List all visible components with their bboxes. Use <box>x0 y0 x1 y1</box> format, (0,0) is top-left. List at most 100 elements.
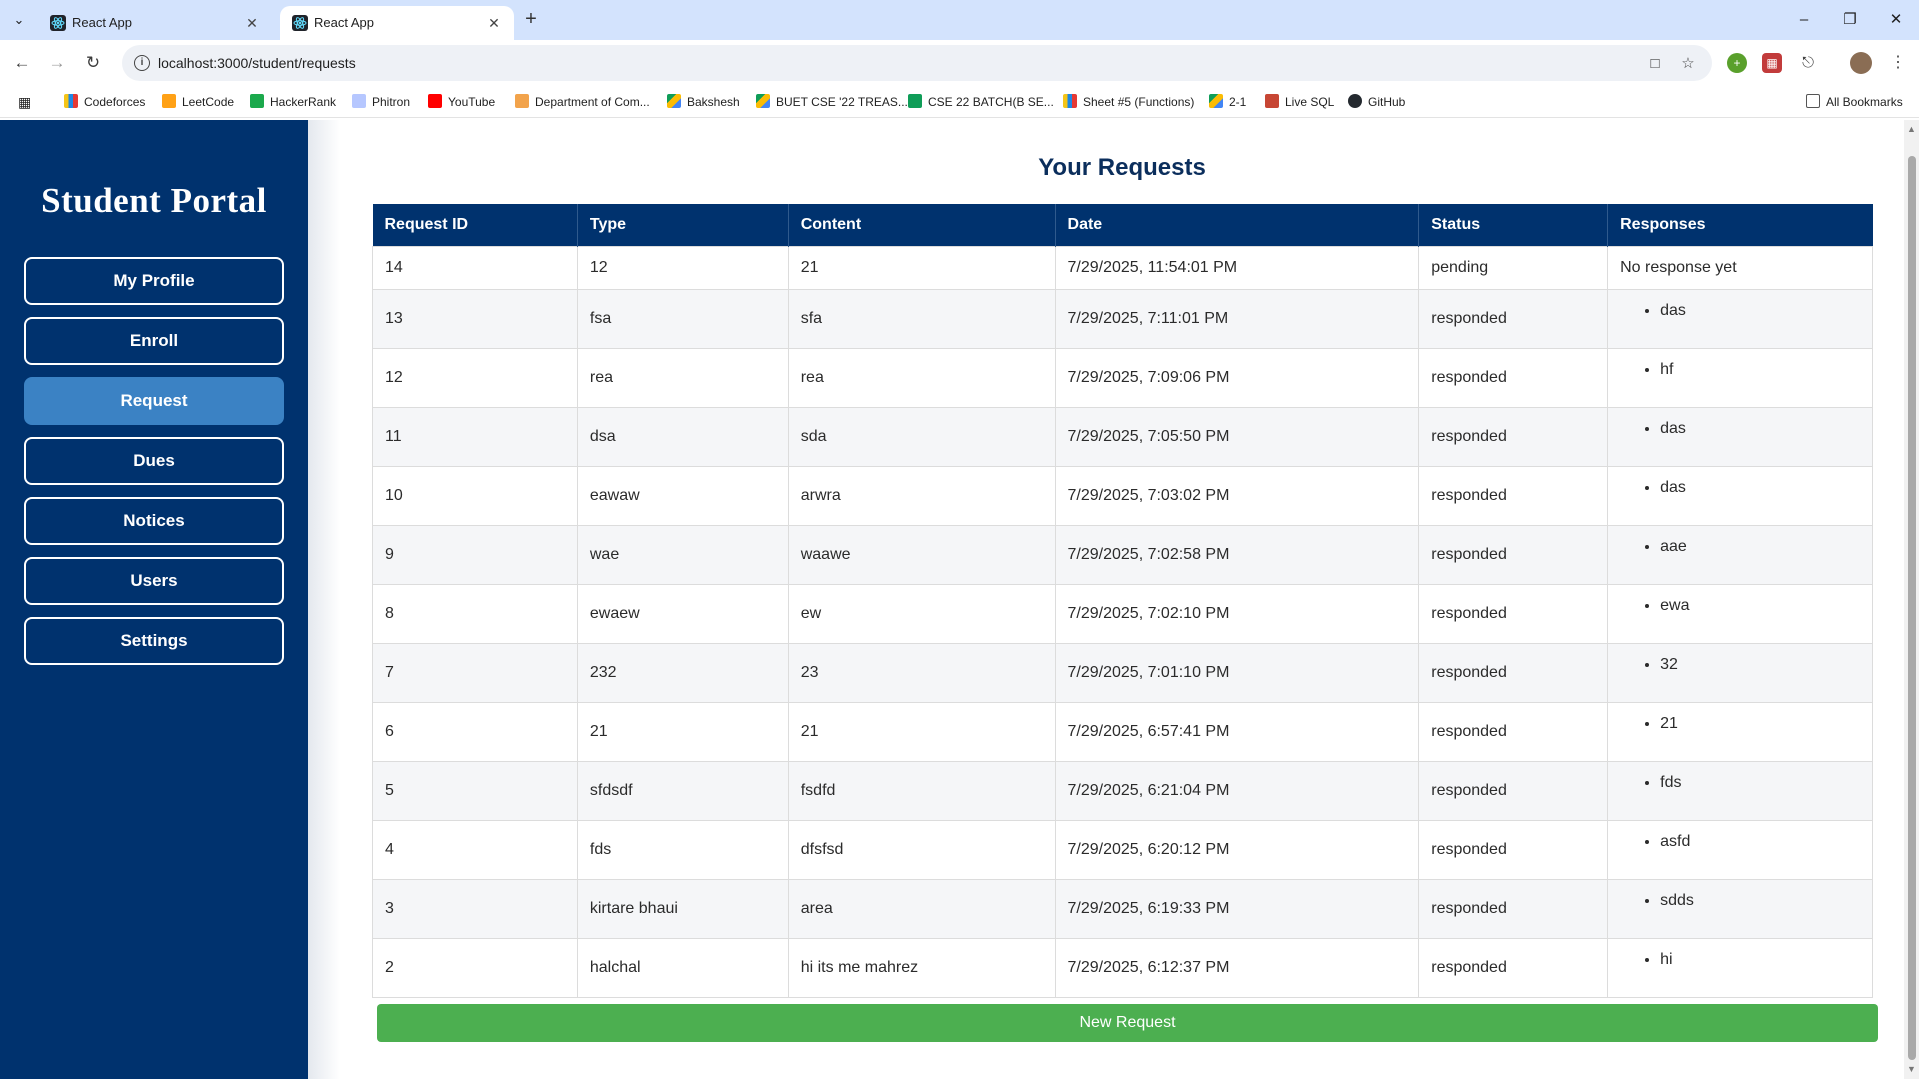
browser-menu-icon[interactable]: ⋮ <box>1888 53 1908 73</box>
cell-type: ewaew <box>576 583 789 644</box>
new-tab-plus-icon[interactable]: + <box>520 8 542 30</box>
cell-content: sfa <box>787 288 1056 349</box>
tab-search-chevron-icon[interactable]: ⌄ <box>8 9 30 31</box>
cell-content: sda <box>787 406 1056 467</box>
response-list: fds <box>1660 774 1860 792</box>
tab-close-icon[interactable]: ✕ <box>242 13 262 33</box>
table-row: 8 ewaew ew 7/29/2025, 7:02:10 PM respond… <box>372 583 1873 644</box>
all-bookmarks[interactable]: All Bookmarks <box>1806 93 1903 111</box>
profile-avatar[interactable] <box>1850 52 1872 74</box>
restore-icon[interactable]: ❐ <box>1827 0 1873 40</box>
cell-request-id: 6 <box>372 701 578 762</box>
extension-red-icon[interactable]: ▦ <box>1762 53 1782 73</box>
sidebar-item-users[interactable]: Users <box>24 557 284 605</box>
cell-status: responded <box>1418 347 1609 408</box>
sidebar-item-request[interactable]: Request <box>24 377 284 425</box>
bookmarks-bar: ▦ Codeforces LeetCode HackerRank Phitron… <box>0 86 1919 118</box>
cell-request-id: 4 <box>372 819 578 880</box>
moodle-icon <box>515 94 529 108</box>
scroll-up-arrow-icon[interactable]: ▲ <box>1907 124 1916 134</box>
scroll-down-arrow-icon[interactable]: ▼ <box>1907 1064 1916 1074</box>
forward-arrow-icon[interactable]: → <box>45 51 69 75</box>
response-item: sdds <box>1660 892 1860 910</box>
browser-toolbar: ← → ↻ i localhost:3000/student/requests … <box>0 40 1919 86</box>
cell-status: responded <box>1418 642 1609 703</box>
bookmark-hackerrank[interactable]: HackerRank <box>250 93 336 111</box>
cell-status: responded <box>1418 878 1609 939</box>
bookmark-codeforces[interactable]: Codeforces <box>64 93 145 111</box>
reload-icon[interactable]: ↻ <box>81 51 105 75</box>
browser-tab-bar: ⌄ React App ✕ React App ✕ + – ❐ ✕ <box>0 0 1919 40</box>
sidebar-item-enroll[interactable]: Enroll <box>24 317 284 365</box>
cell-type: sfdsdf <box>576 760 789 821</box>
bookmark-label: LeetCode <box>182 95 235 109</box>
bookmark-live-sql[interactable]: Live SQL <box>1265 93 1334 111</box>
google-sheets-icon <box>908 94 922 108</box>
response-item: hf <box>1660 361 1860 379</box>
response-item: das <box>1660 420 1860 438</box>
bookmark-2-1[interactable]: 2-1 <box>1209 93 1246 111</box>
oracle-icon <box>1265 94 1279 108</box>
response-item: hi <box>1660 951 1860 969</box>
sidebar-item-dues[interactable]: Dues <box>24 437 284 485</box>
bookmark-department[interactable]: Department of Com... <box>515 93 650 111</box>
apps-grid-icon[interactable]: ▦ <box>18 93 31 111</box>
brand-title: Student Portal <box>41 181 267 220</box>
cell-request-id: 9 <box>372 524 578 585</box>
bookmark-github[interactable]: GitHub <box>1348 93 1405 111</box>
cell-date: 7/29/2025, 7:02:10 PM <box>1054 583 1420 644</box>
extension-green-icon[interactable]: + <box>1727 53 1747 73</box>
address-bar[interactable]: i localhost:3000/student/requests □ ☆ <box>122 45 1712 81</box>
cell-status: pending <box>1418 245 1609 290</box>
bookmark-star-icon[interactable]: ☆ <box>1679 55 1697 73</box>
cell-responses: hi <box>1607 937 1873 998</box>
cell-responses: das <box>1607 465 1873 526</box>
cell-response: No response yet <box>1607 245 1873 290</box>
site-info-icon[interactable]: i <box>134 55 150 71</box>
install-app-icon[interactable]: □ <box>1646 55 1664 73</box>
bookmark-label: Bakshesh <box>687 95 740 109</box>
sidebar-item-notices[interactable]: Notices <box>24 497 284 545</box>
table-row: 14 12 21 7/29/2025, 11:54:01 PM pending … <box>372 245 1873 290</box>
response-list: sdds <box>1660 892 1860 910</box>
bookmark-phitron[interactable]: Phitron <box>352 93 410 111</box>
table-row: 13 fsa sfa 7/29/2025, 7:11:01 PM respond… <box>372 288 1873 349</box>
react-favicon-icon <box>292 15 308 31</box>
table-row: 3 kirtare bhaui area 7/29/2025, 6:19:33 … <box>372 878 1873 939</box>
minimize-icon[interactable]: – <box>1781 0 1827 40</box>
tab-close-icon[interactable]: ✕ <box>484 13 504 33</box>
bookmark-youtube[interactable]: YouTube <box>428 93 495 111</box>
bookmark-sheet5[interactable]: Sheet #5 (Functions) <box>1063 93 1194 111</box>
bookmark-leetcode[interactable]: LeetCode <box>162 93 234 111</box>
codeforces-icon <box>64 94 78 108</box>
cell-type: fds <box>576 819 789 880</box>
browser-tab-1[interactable]: React App ✕ <box>38 6 272 40</box>
cell-content: 21 <box>787 245 1056 290</box>
sidebar-item-my-profile[interactable]: My Profile <box>24 257 284 305</box>
cell-responses: aae <box>1607 524 1873 585</box>
scrollbar-thumb[interactable] <box>1908 156 1916 1060</box>
url-text[interactable]: localhost:3000/student/requests <box>158 55 356 71</box>
back-arrow-icon[interactable]: ← <box>10 51 34 75</box>
table-header-row: Request ID Type Content Date Status Resp… <box>372 204 1873 246</box>
extensions-puzzle-icon[interactable]: ⎋ <box>1798 53 1818 73</box>
table-row: 12 rea rea 7/29/2025, 7:09:06 PM respond… <box>372 347 1873 408</box>
browser-tab-2[interactable]: React App ✕ <box>280 6 514 40</box>
cell-date: 7/29/2025, 7:02:58 PM <box>1054 524 1420 585</box>
window-close-icon[interactable]: ✕ <box>1873 0 1919 40</box>
response-item: 21 <box>1660 715 1860 733</box>
new-request-button[interactable]: New Request <box>377 1004 1878 1042</box>
bookmark-bakshesh[interactable]: Bakshesh <box>667 93 740 111</box>
cell-type: 232 <box>576 642 789 703</box>
cell-content: rea <box>787 347 1056 408</box>
bookmark-cse22-batch[interactable]: CSE 22 BATCH(B SE... <box>908 93 1054 111</box>
response-list: ewa <box>1660 597 1860 615</box>
bookmark-label: Phitron <box>372 95 411 109</box>
cell-date: 7/29/2025, 6:19:33 PM <box>1054 878 1420 939</box>
bookmark-label: HackerRank <box>270 95 337 109</box>
tab-title: React App <box>314 15 374 30</box>
sidebar-item-settings[interactable]: Settings <box>24 617 284 665</box>
response-list: aae <box>1660 538 1860 556</box>
bookmark-buet-treasury[interactable]: BUET CSE '22 TREAS... <box>756 93 908 111</box>
cell-status: responded <box>1418 937 1609 998</box>
